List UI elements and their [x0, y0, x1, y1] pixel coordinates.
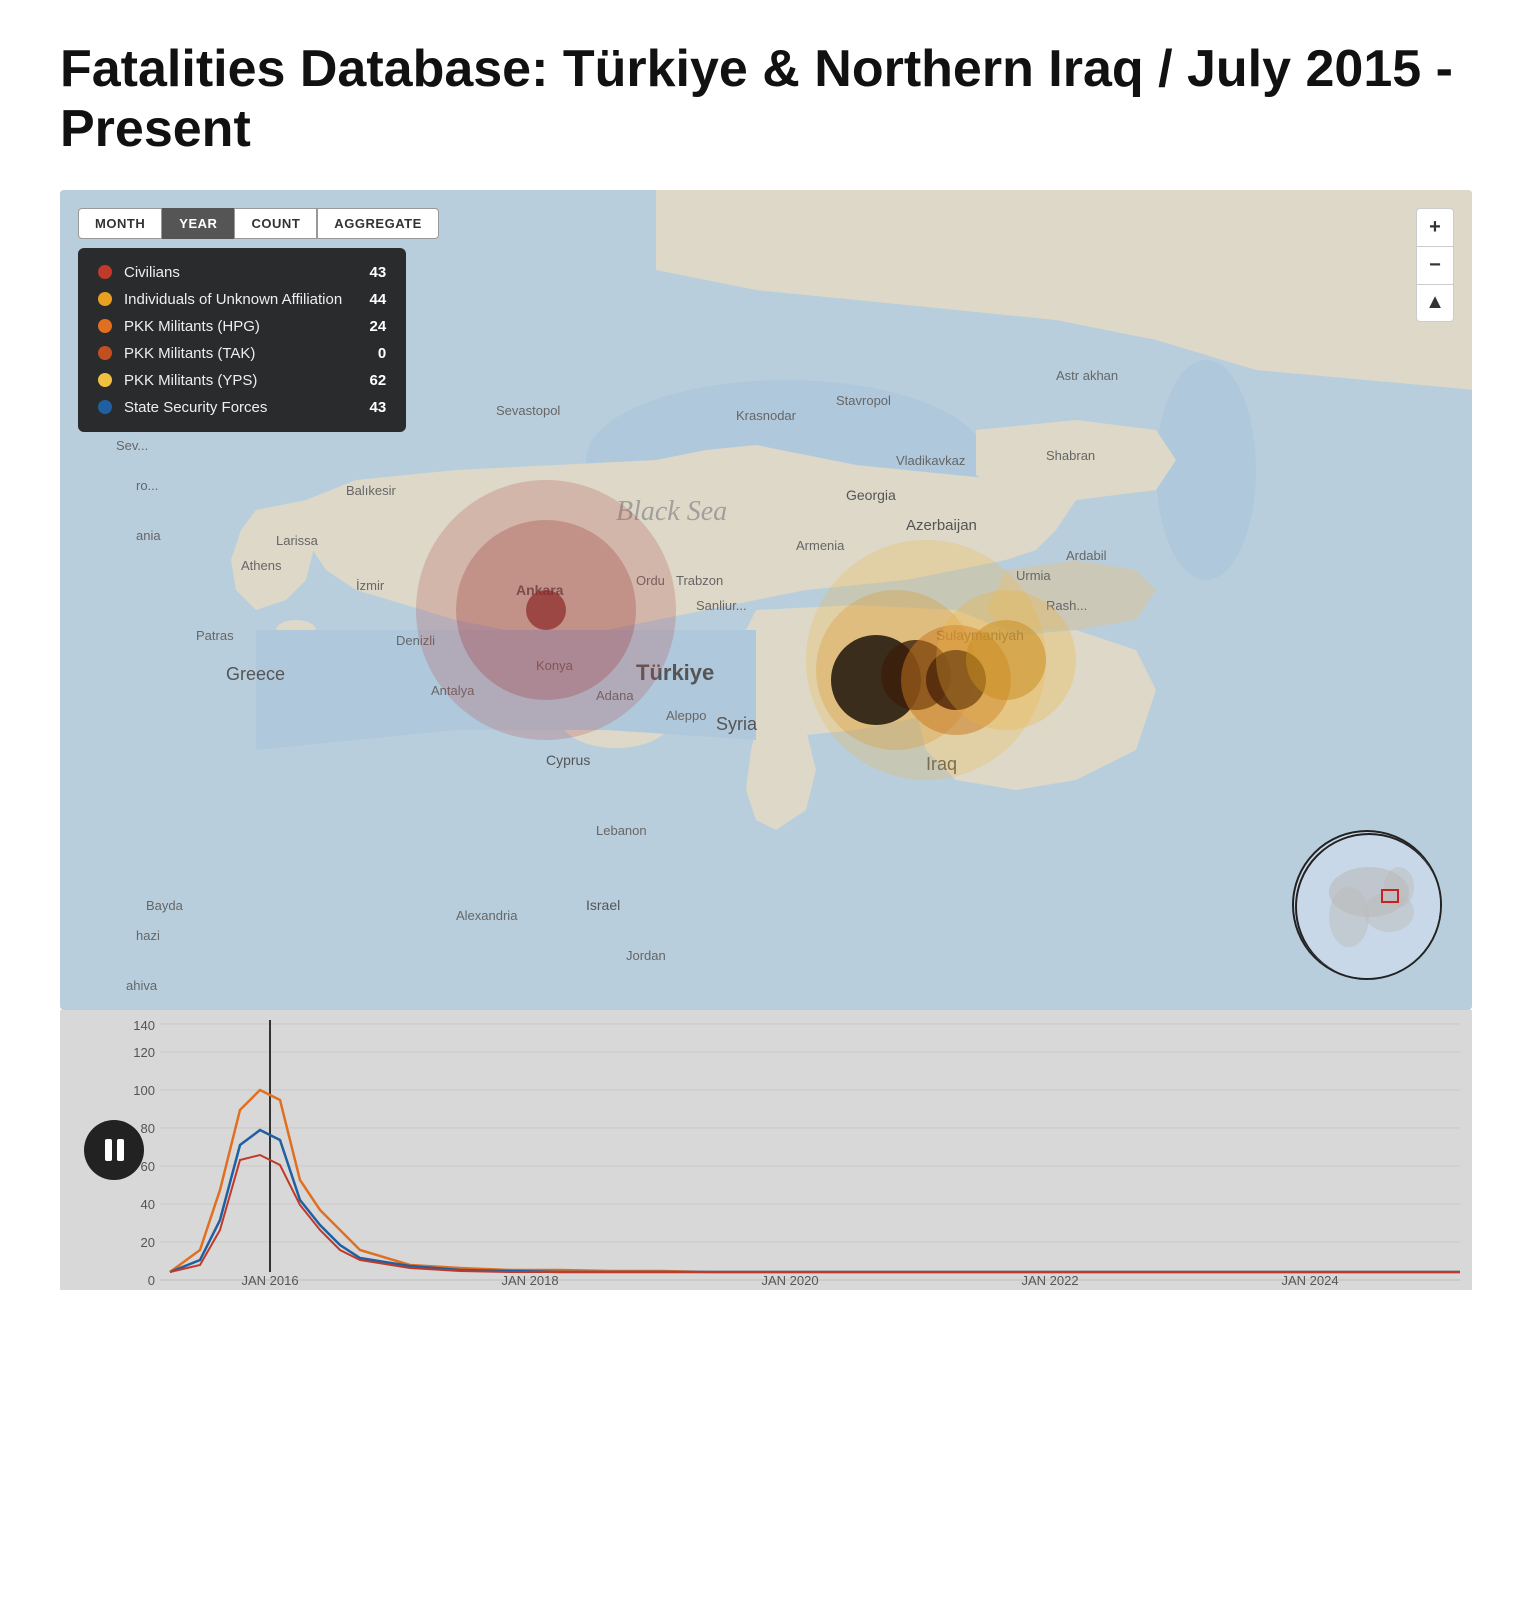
svg-text:Georgia: Georgia [846, 487, 896, 503]
svg-text:Alexandria: Alexandria [456, 908, 518, 923]
chart-area: 0 20 40 60 80 100 120 140 JAN 2016 [60, 1010, 1472, 1290]
civilians-label: Civilians [124, 264, 342, 281]
svg-text:JAN 2024: JAN 2024 [1281, 1273, 1338, 1288]
legend-item-ssf: State Security Forces 43 [98, 399, 386, 416]
ssf-count: 43 [358, 399, 386, 416]
svg-text:Balıkesir: Balıkesir [346, 483, 397, 498]
yps-count: 62 [358, 372, 386, 389]
map-legend: Civilians 43 Individuals of Unknown Affi… [78, 248, 406, 432]
tak-dot [98, 346, 112, 360]
ssf-label: State Security Forces [124, 399, 342, 416]
svg-text:JAN 2020: JAN 2020 [761, 1273, 818, 1288]
svg-text:0: 0 [148, 1273, 155, 1288]
svg-text:Larissa: Larissa [276, 533, 319, 548]
svg-text:Trabzon: Trabzon [676, 573, 723, 588]
svg-text:Stavropol: Stavropol [836, 393, 891, 408]
svg-text:Israel: Israel [586, 897, 620, 913]
svg-text:80: 80 [141, 1121, 155, 1136]
pause-icon [105, 1139, 124, 1161]
svg-text:Syria: Syria [716, 714, 758, 734]
page-container: Fatalities Database: Türkiye & Northern … [0, 0, 1532, 1330]
unknown-count: 44 [358, 291, 386, 308]
yps-label: PKK Militants (YPS) [124, 372, 342, 389]
legend-item-unknown: Individuals of Unknown Affiliation 44 [98, 291, 386, 308]
legend-item-civilians: Civilians 43 [98, 264, 386, 281]
zoom-in-button[interactable]: + [1416, 208, 1454, 246]
svg-text:İzmir: İzmir [356, 578, 385, 593]
hpg-label: PKK Militants (HPG) [124, 318, 342, 335]
svg-text:ania: ania [136, 528, 161, 543]
svg-text:Sanliur...: Sanliur... [696, 598, 747, 613]
svg-text:Vladikavkaz: Vladikavkaz [896, 453, 965, 468]
aggregate-button[interactable]: AGGREGATE [317, 208, 439, 239]
svg-text:Athens: Athens [241, 558, 282, 573]
svg-text:20: 20 [141, 1235, 155, 1250]
pause-bar-right [117, 1139, 124, 1161]
svg-text:Aleppo: Aleppo [666, 708, 706, 723]
civilians-dot [98, 265, 112, 279]
svg-text:Sev...: Sev... [116, 438, 148, 453]
svg-text:Lebanon: Lebanon [596, 823, 647, 838]
pause-button[interactable] [84, 1120, 144, 1180]
hpg-dot [98, 319, 112, 333]
legend-item-hpg: PKK Militants (HPG) 24 [98, 318, 386, 335]
unknown-dot [98, 292, 112, 306]
svg-text:Sevastopol: Sevastopol [496, 403, 560, 418]
svg-text:hazi: hazi [136, 928, 160, 943]
zoom-out-button[interactable]: − [1416, 246, 1454, 284]
map-toolbar: MONTH YEAR COUNT AGGREGATE [78, 208, 439, 239]
svg-text:Cyprus: Cyprus [546, 752, 590, 768]
svg-text:60: 60 [141, 1159, 155, 1174]
svg-text:120: 120 [133, 1045, 155, 1060]
pause-bar-left [105, 1139, 112, 1161]
svg-text:Bayda: Bayda [146, 898, 184, 913]
chart-svg: 0 20 40 60 80 100 120 140 JAN 2016 [60, 1010, 1472, 1290]
legend-item-tak: PKK Militants (TAK) 0 [98, 345, 386, 362]
map-section: Black Sea Türkiye Syria Iraq Greece Athe… [60, 190, 1472, 1010]
chart-section: 0 20 40 60 80 100 120 140 JAN 2016 [60, 1010, 1472, 1290]
count-button[interactable]: COUNT [234, 208, 317, 239]
tak-count: 0 [358, 345, 386, 362]
civilians-count: 43 [358, 264, 386, 281]
svg-text:Greece: Greece [226, 664, 285, 684]
svg-text:Urmia: Urmia [1016, 568, 1051, 583]
legend-item-yps: PKK Militants (YPS) 62 [98, 372, 386, 389]
svg-text:Azerbaijan: Azerbaijan [906, 517, 977, 534]
yps-dot [98, 373, 112, 387]
svg-text:ro...: ro... [136, 478, 158, 493]
svg-text:40: 40 [141, 1197, 155, 1212]
year-button[interactable]: YEAR [162, 208, 234, 239]
svg-text:JAN 2022: JAN 2022 [1021, 1273, 1078, 1288]
svg-text:Patras: Patras [196, 628, 234, 643]
svg-text:ahiva: ahiva [126, 978, 158, 993]
svg-text:Shabran: Shabran [1046, 448, 1095, 463]
svg-text:100: 100 [133, 1083, 155, 1098]
svg-text:Armenia: Armenia [796, 538, 845, 553]
svg-text:Astr akhan: Astr akhan [1056, 368, 1118, 383]
hpg-count: 24 [358, 318, 386, 335]
svg-text:Jordan: Jordan [626, 948, 666, 963]
ssf-dot [98, 400, 112, 414]
svg-text:JAN 2016: JAN 2016 [241, 1273, 298, 1288]
reset-button[interactable]: ▲ [1416, 284, 1454, 322]
map-controls: + − ▲ [1416, 208, 1454, 322]
svg-text:Ardabil: Ardabil [1066, 548, 1107, 563]
svg-text:JAN 2018: JAN 2018 [501, 1273, 558, 1288]
page-title: Fatalities Database: Türkiye & Northern … [60, 40, 1472, 160]
tak-label: PKK Militants (TAK) [124, 345, 342, 362]
unknown-label: Individuals of Unknown Affiliation [124, 291, 342, 308]
month-button[interactable]: MONTH [78, 208, 162, 239]
mini-globe [1292, 830, 1442, 980]
svg-text:140: 140 [133, 1018, 155, 1033]
svg-text:Krasnodar: Krasnodar [736, 408, 797, 423]
